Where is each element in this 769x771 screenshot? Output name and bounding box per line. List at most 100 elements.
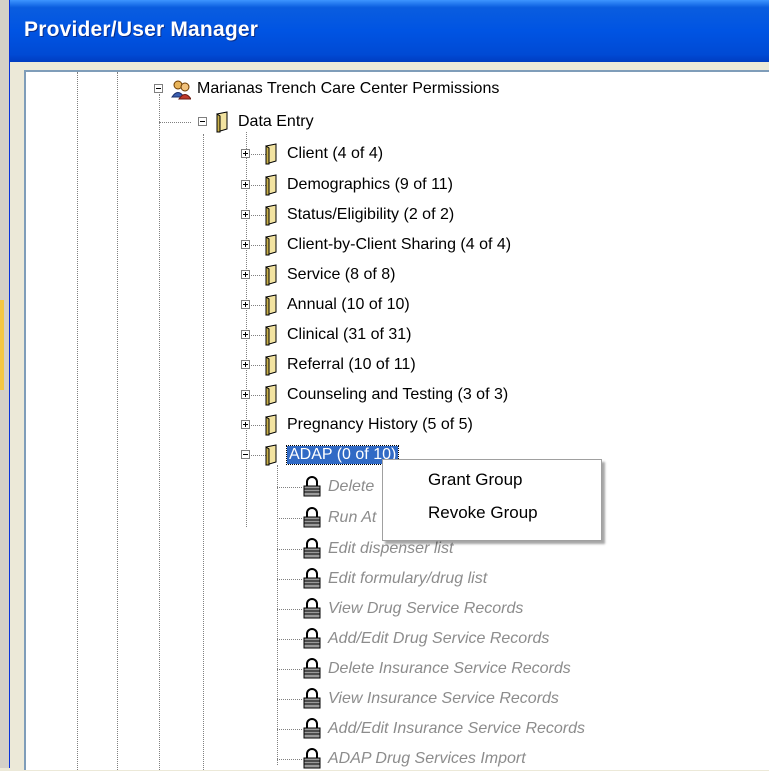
tree-node-category[interactable]: Demographics (9 of 11)	[261, 173, 453, 197]
tree-guide-line	[277, 465, 278, 765]
folder-icon	[265, 234, 277, 256]
tree-node-label: Add/Edit Drug Service Records	[328, 630, 550, 647]
folder-icon	[265, 354, 277, 376]
tree-node-label: ADAP Drug Services Import	[328, 750, 526, 767]
expand-category-button[interactable]	[241, 210, 250, 219]
tree-connector	[159, 122, 191, 123]
expand-category-button[interactable]	[241, 360, 250, 369]
lock-icon	[303, 538, 321, 559]
tree-node-label: Marianas Trench Care Center Permissions	[197, 80, 500, 97]
tree-node-permission[interactable]: Run At	[302, 506, 376, 530]
expand-category-button[interactable]	[241, 420, 250, 429]
tree-connector	[277, 699, 302, 700]
lock-icon	[303, 628, 321, 649]
provider-user-manager-window: Provider/User Manager Marianas Trench Ca…	[9, 0, 769, 770]
tree-node-category[interactable]: Counseling and Testing (3 of 3)	[261, 383, 508, 407]
tree-node-label: Annual (10 of 10)	[287, 296, 410, 313]
tree-node-permission[interactable]: Delete Insurance Service Records	[302, 657, 571, 681]
tree-guide-line	[203, 134, 204, 770]
expand-category-button[interactable]	[241, 330, 250, 339]
tree-node-label: Service (8 of 8)	[287, 266, 396, 283]
tree-node-label: Status/Eligibility (2 of 2)	[287, 206, 455, 223]
folder-icon	[265, 384, 277, 406]
background-window-edge	[0, 0, 9, 768]
folder-icon	[265, 174, 277, 196]
tree-node-category[interactable]: Annual (10 of 10)	[261, 293, 410, 317]
collapse-root-button[interactable]	[154, 84, 163, 93]
tree-node-category[interactable]: Pregnancy History (5 of 5)	[261, 413, 473, 437]
tree-node-label: Delete	[328, 478, 375, 495]
tree-node-label: Client (4 of 4)	[287, 145, 384, 162]
tree-node-label: Clinical (31 of 31)	[287, 326, 412, 343]
tree-node-category[interactable]: Clinical (31 of 31)	[261, 323, 412, 347]
expand-category-button[interactable]	[241, 300, 250, 309]
grant-group-menu-item[interactable]: Grant Group	[428, 470, 523, 490]
tree-node-category[interactable]: Client-by-Client Sharing (4 of 4)	[261, 233, 511, 257]
tree-connector	[277, 487, 302, 488]
tree-node-permission[interactable]: View Insurance Service Records	[302, 687, 559, 711]
tree-connector	[277, 579, 302, 580]
tree-node-label: Pregnancy History (5 of 5)	[287, 416, 473, 433]
expand-category-button[interactable]	[241, 390, 250, 399]
permissions-tree-panel: Marianas Trench Care Center Permissions …	[24, 70, 769, 770]
tree-node-permission[interactable]: Add/Edit Insurance Service Records	[302, 717, 585, 741]
tree-node-data-entry[interactable]: Data Entry	[212, 110, 314, 134]
expand-category-button[interactable]	[241, 149, 250, 158]
tree-node-permission[interactable]: ADAP Drug Services Import	[302, 747, 526, 771]
lock-icon	[303, 748, 321, 769]
tree-node-category[interactable]: Client (4 of 4)	[261, 142, 383, 166]
tree-node-category[interactable]: Service (8 of 8)	[261, 263, 395, 287]
window-title: Provider/User Manager	[24, 18, 259, 41]
lock-icon	[303, 688, 321, 709]
revoke-group-menu-item[interactable]: Revoke Group	[428, 503, 538, 523]
tree-connector	[277, 609, 302, 610]
tree-node-label: View Insurance Service Records	[328, 690, 559, 707]
lock-icon	[303, 658, 321, 679]
tree-node-label: Referral (10 of 11)	[287, 356, 416, 373]
tree-node-label: Add/Edit Insurance Service Records	[328, 720, 586, 737]
tree-node-permission[interactable]: Delete	[302, 475, 374, 499]
tree-node-category[interactable]: Referral (10 of 11)	[261, 353, 416, 377]
tree-node-category[interactable]: Status/Eligibility (2 of 2)	[261, 203, 454, 227]
tree-guide-line	[77, 72, 78, 770]
tree-node-permission[interactable]: Edit formulary/drug list	[302, 567, 487, 591]
tree-connector	[277, 518, 302, 519]
folder-icon	[265, 264, 277, 286]
permissions-tree: Marianas Trench Care Center Permissions …	[26, 72, 769, 770]
tree-node-label: Counseling and Testing (3 of 3)	[287, 386, 509, 403]
expand-category-button[interactable]	[241, 270, 250, 279]
tree-node-label: Delete Insurance Service Records	[328, 660, 571, 677]
folder-icon	[216, 111, 228, 133]
collapse-data-entry-button[interactable]	[198, 117, 207, 126]
collapse-adap-button[interactable]	[241, 450, 250, 459]
folder-icon	[265, 204, 277, 226]
tree-node-label: View Drug Service Records	[328, 600, 524, 617]
folder-icon	[265, 143, 277, 165]
tree-guide-line	[117, 72, 118, 770]
lock-icon	[303, 718, 321, 739]
tree-node-permission[interactable]: View Drug Service Records	[302, 597, 523, 621]
tree-node-label: Client-by-Client Sharing (4 of 4)	[287, 236, 512, 253]
tree-connector	[277, 639, 302, 640]
tree-node-root[interactable]: Marianas Trench Care Center Permissions	[171, 77, 499, 101]
tree-connector	[277, 669, 302, 670]
tree-connector	[277, 549, 302, 550]
tree-node-label: Data Entry	[238, 113, 314, 130]
folder-icon	[265, 444, 277, 466]
expand-category-button[interactable]	[241, 180, 250, 189]
tree-connector	[277, 729, 302, 730]
tree-node-label: Edit dispenser list	[328, 540, 454, 557]
tree-node-adap[interactable]: ADAP (0 of 10)	[261, 443, 400, 467]
lock-icon	[303, 598, 321, 619]
tree-node-permission[interactable]: Add/Edit Drug Service Records	[302, 627, 549, 651]
context-menu: Grant Group Revoke Group	[382, 459, 602, 541]
tree-node-label: Run At	[328, 509, 377, 526]
background-window-accent	[0, 300, 4, 390]
title-bar[interactable]: Provider/User Manager	[10, 0, 769, 62]
tree-node-label: Edit formulary/drug list	[328, 570, 488, 587]
tree-node-label: Demographics (9 of 11)	[287, 176, 453, 193]
users-icon	[171, 80, 191, 100]
expand-category-button[interactable]	[241, 240, 250, 249]
folder-icon	[265, 324, 277, 346]
lock-icon	[303, 568, 321, 589]
